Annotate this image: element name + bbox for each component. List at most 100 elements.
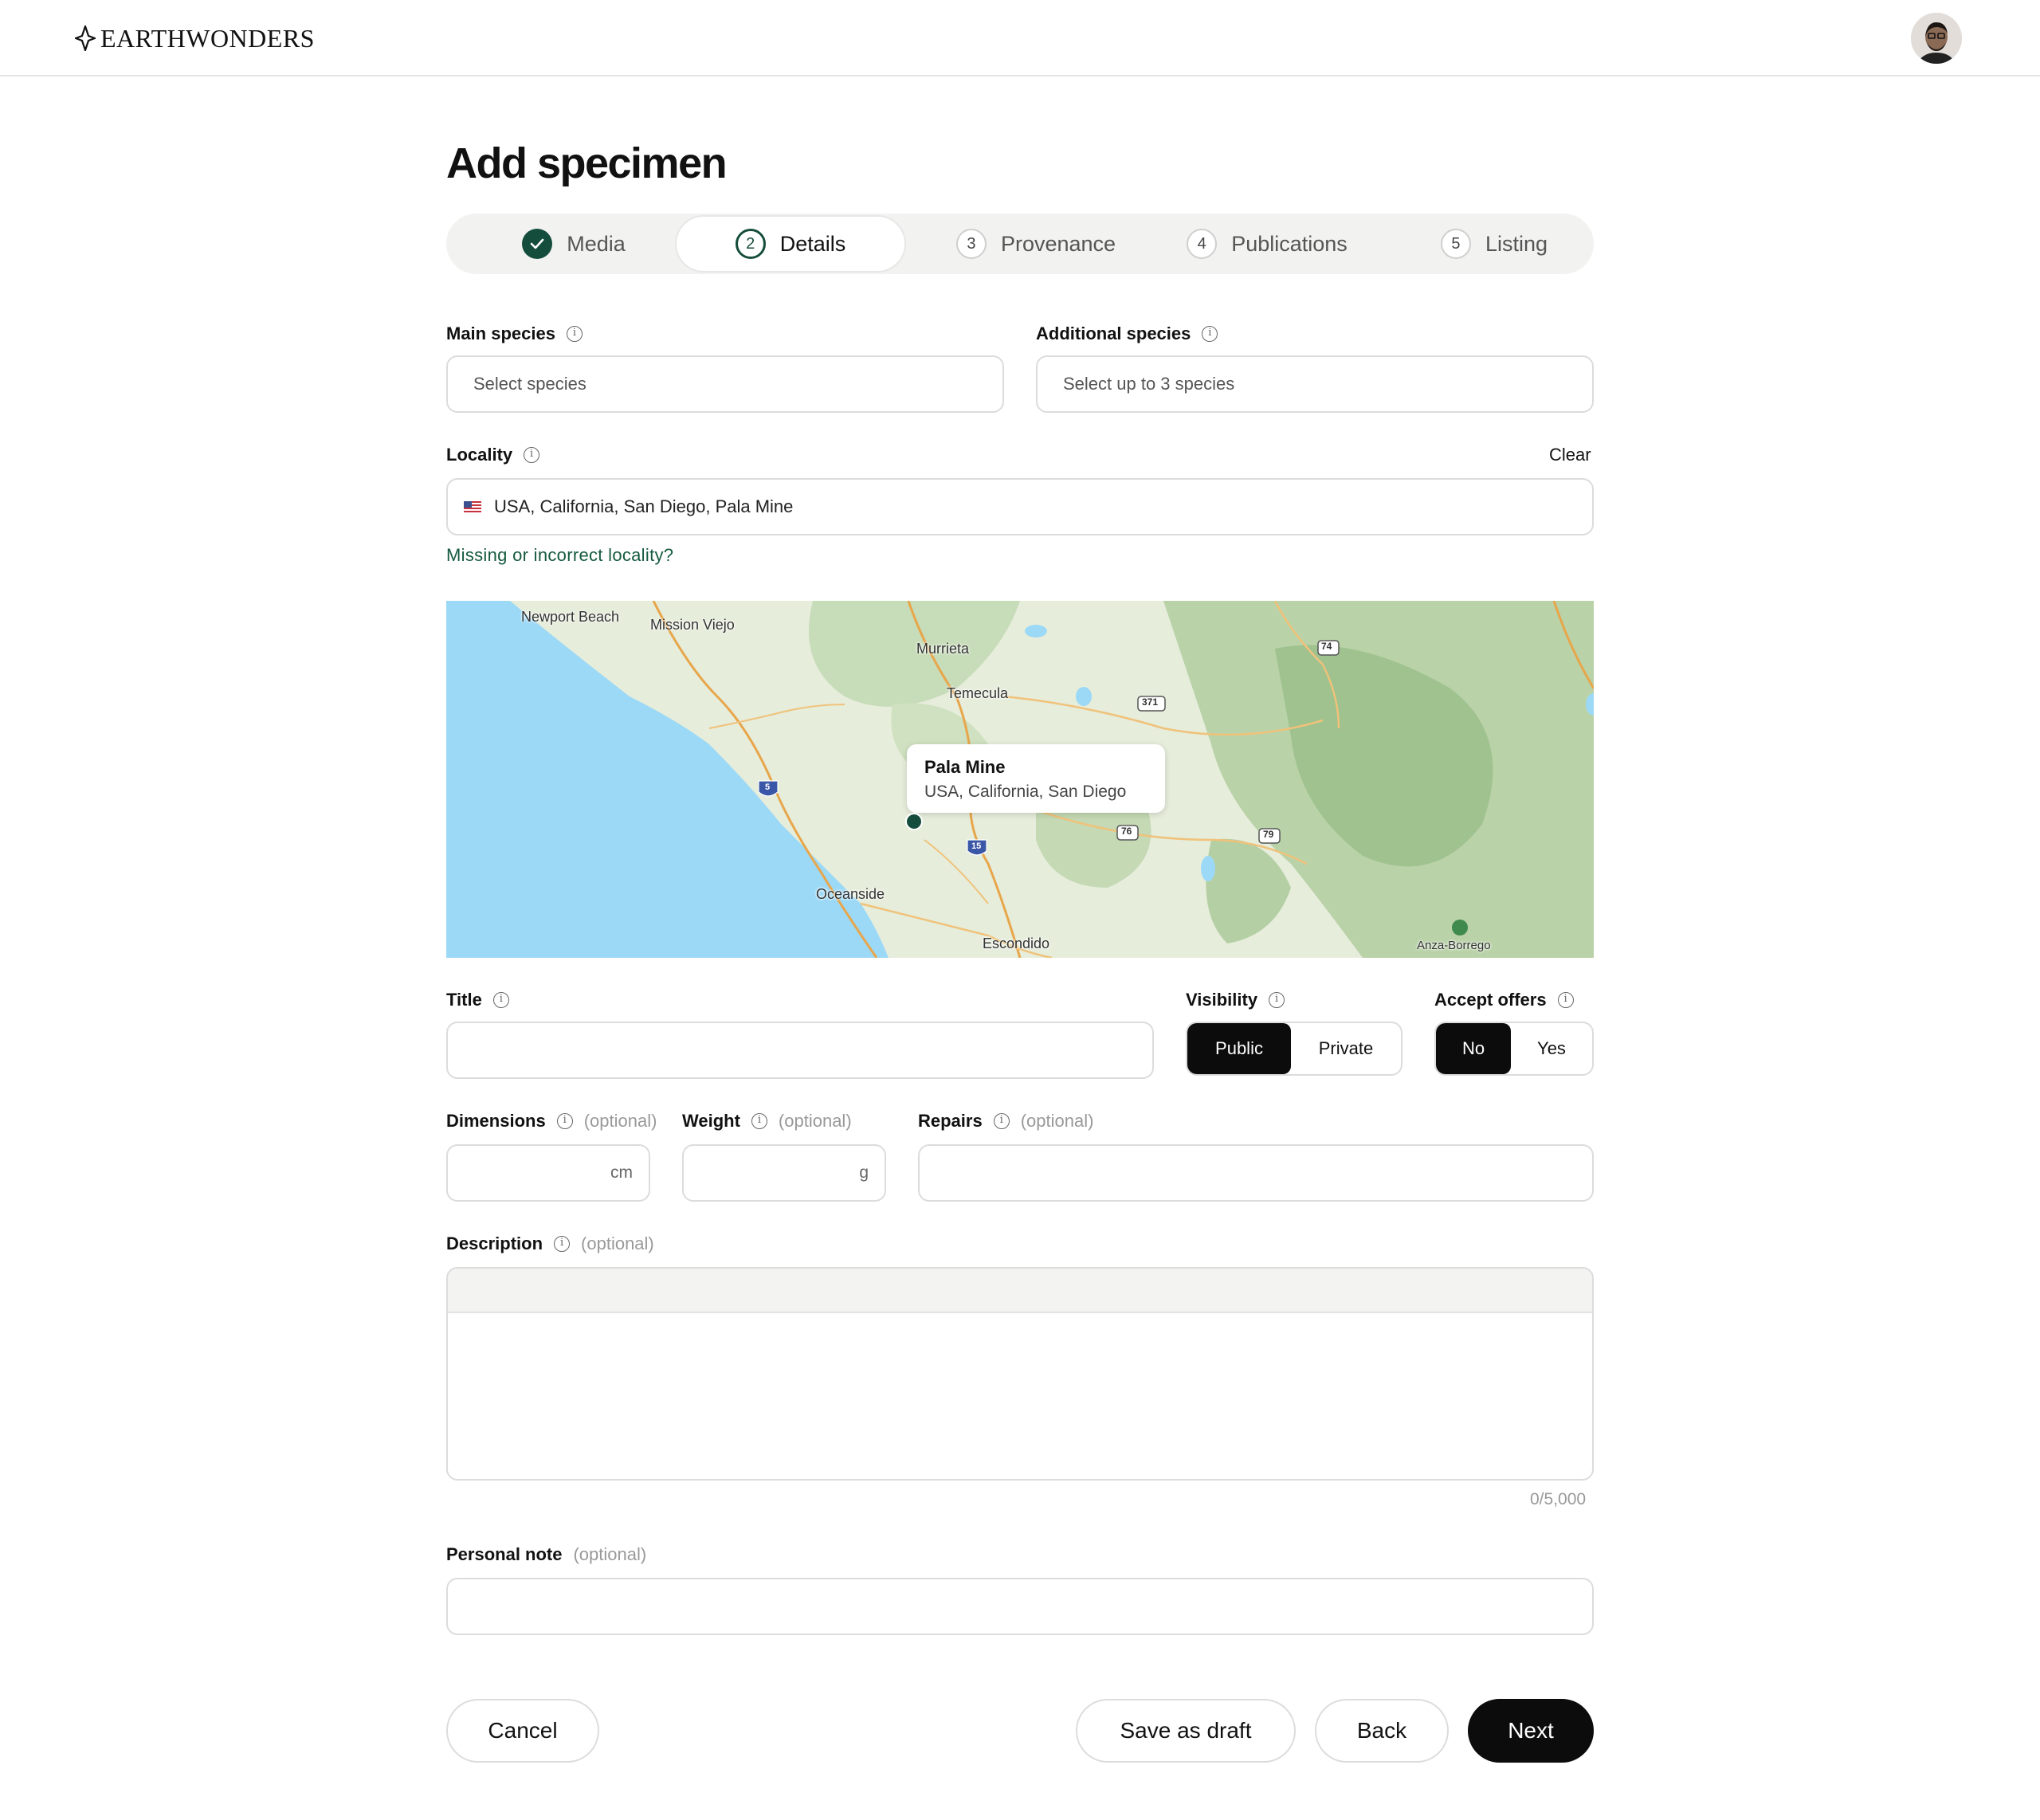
map-place-label: Oceanside bbox=[816, 886, 885, 902]
visibility-public-option[interactable]: Public bbox=[1187, 1023, 1291, 1074]
back-button[interactable]: Back bbox=[1315, 1699, 1449, 1763]
main-species-select[interactable]: Select species bbox=[446, 355, 1004, 413]
step-label: Provenance bbox=[1000, 231, 1116, 256]
page-title: Add specimen bbox=[446, 139, 728, 187]
route-shield-label: 74 bbox=[1321, 641, 1332, 652]
step-number: 5 bbox=[1440, 229, 1471, 259]
step-label: Details bbox=[779, 231, 846, 256]
step-label: Listing bbox=[1485, 231, 1548, 256]
weight-input[interactable]: g bbox=[682, 1144, 886, 1202]
map-place-label: Newport Beach bbox=[521, 609, 620, 625]
info-icon[interactable]: i bbox=[993, 1113, 1010, 1129]
visibility-label-text: Visibility bbox=[1186, 990, 1258, 1010]
route-shield-label: 371 bbox=[1142, 696, 1159, 708]
map-place-label: Mission Viejo bbox=[650, 617, 735, 633]
user-avatar[interactable] bbox=[1911, 13, 1962, 64]
info-icon[interactable]: i bbox=[751, 1113, 767, 1129]
us-flag-icon bbox=[464, 501, 481, 512]
main-species-label-text: Main species bbox=[446, 324, 555, 343]
info-icon[interactable]: i bbox=[524, 447, 540, 463]
accept-offers-label: Accept offers i bbox=[1434, 990, 1574, 1010]
step-number: 4 bbox=[1187, 229, 1218, 259]
visibility-private-option[interactable]: Private bbox=[1291, 1023, 1401, 1074]
avatar-photo-icon bbox=[1911, 13, 1962, 64]
step-details[interactable]: 2 Details bbox=[675, 215, 906, 273]
route-shield-label: 76 bbox=[1121, 826, 1132, 837]
optional-hint: (optional) bbox=[583, 1111, 657, 1131]
locality-label: Locality i bbox=[446, 445, 540, 465]
map-place-label: Escondido bbox=[983, 935, 1050, 951]
description-editor[interactable] bbox=[446, 1267, 1594, 1481]
additional-species-label-text: Additional species bbox=[1036, 324, 1191, 343]
tooltip-subtitle: USA, California, San Diego bbox=[924, 783, 1127, 801]
info-icon[interactable]: i bbox=[1557, 992, 1574, 1008]
personal-note-input[interactable] bbox=[446, 1578, 1594, 1635]
additional-species-select[interactable]: Select up to 3 species bbox=[1036, 355, 1594, 413]
optional-hint: (optional) bbox=[1020, 1111, 1094, 1131]
info-icon[interactable]: i bbox=[1202, 326, 1218, 342]
main-species-placeholder: Select species bbox=[473, 374, 586, 394]
next-button[interactable]: Next bbox=[1468, 1699, 1594, 1763]
dimensions-label: Dimensions i (optional) bbox=[446, 1111, 657, 1132]
dimensions-input[interactable]: cm bbox=[446, 1144, 650, 1202]
route-shield-label: 15 bbox=[971, 841, 982, 851]
info-icon[interactable]: i bbox=[554, 1236, 571, 1252]
title-input[interactable] bbox=[446, 1022, 1154, 1079]
weight-label: Weight i (optional) bbox=[682, 1111, 852, 1132]
title-label-text: Title bbox=[446, 990, 482, 1010]
additional-species-placeholder: Select up to 3 species bbox=[1063, 374, 1235, 394]
personal-note-label: Personal note (optional) bbox=[446, 1544, 646, 1565]
diamond-star-icon bbox=[75, 25, 96, 51]
logo[interactable]: EARTHWONDERS bbox=[75, 24, 315, 53]
accept-offers-yes-option[interactable]: Yes bbox=[1511, 1023, 1592, 1074]
step-publications[interactable]: 4 Publications bbox=[1155, 214, 1379, 274]
dimensions-label-text: Dimensions bbox=[446, 1111, 546, 1131]
info-icon[interactable]: i bbox=[1269, 992, 1285, 1008]
missing-locality-link[interactable]: Missing or incorrect locality? bbox=[446, 545, 673, 566]
main-species-label: Main species i bbox=[446, 324, 583, 344]
description-toolbar bbox=[448, 1269, 1592, 1313]
description-label: Description i (optional) bbox=[446, 1234, 654, 1254]
description-label-text: Description bbox=[446, 1234, 543, 1253]
optional-hint: (optional) bbox=[573, 1544, 647, 1564]
progress-stepper: Media 2 Details 3 Provenance 4 Publicati… bbox=[446, 214, 1594, 274]
step-number: 2 bbox=[735, 229, 766, 259]
map-location-tooltip: Pala Mine USA, California, San Diego bbox=[907, 744, 1165, 813]
top-bar: EARTHWONDERS bbox=[0, 0, 2040, 76]
step-media[interactable]: Media bbox=[478, 214, 669, 274]
locality-label-text: Locality bbox=[446, 445, 513, 465]
description-char-counter: 0/5,000 bbox=[1530, 1490, 1587, 1508]
step-label: Media bbox=[567, 231, 626, 256]
locality-map[interactable]: Newport Beach Mission Viejo Murrieta Tem… bbox=[446, 601, 1594, 958]
tooltip-title: Pala Mine bbox=[924, 757, 1006, 777]
personal-note-label-text: Personal note bbox=[446, 1544, 563, 1564]
additional-species-label: Additional species i bbox=[1036, 324, 1218, 344]
locality-value: USA, California, San Diego, Pala Mine bbox=[494, 496, 794, 516]
weight-label-text: Weight bbox=[682, 1111, 740, 1131]
map-place-label: Temecula bbox=[947, 685, 1009, 701]
optional-hint: (optional) bbox=[581, 1234, 654, 1253]
accept-offers-label-text: Accept offers bbox=[1434, 990, 1547, 1010]
step-provenance[interactable]: 3 Provenance bbox=[932, 214, 1140, 274]
info-icon[interactable]: i bbox=[492, 992, 509, 1008]
accept-offers-no-option[interactable]: No bbox=[1436, 1023, 1511, 1074]
step-listing[interactable]: 5 Listing bbox=[1410, 214, 1578, 274]
visibility-toggle: Public Private bbox=[1186, 1022, 1402, 1076]
clear-locality-link[interactable]: Clear bbox=[1549, 445, 1591, 465]
route-shield-label: 5 bbox=[765, 783, 771, 792]
save-draft-button[interactable]: Save as draft bbox=[1076, 1699, 1296, 1763]
info-icon[interactable]: i bbox=[556, 1113, 573, 1129]
repairs-input[interactable] bbox=[918, 1144, 1594, 1202]
info-icon[interactable]: i bbox=[566, 326, 583, 342]
repairs-label-text: Repairs bbox=[918, 1111, 983, 1131]
check-icon bbox=[522, 229, 553, 259]
route-shield-label: 79 bbox=[1263, 829, 1274, 840]
map-place-label: Murrieta bbox=[916, 641, 970, 657]
locality-input[interactable]: USA, California, San Diego, Pala Mine bbox=[446, 478, 1594, 535]
dimensions-unit: cm bbox=[610, 1163, 633, 1182]
weight-unit: g bbox=[859, 1163, 869, 1182]
step-number: 3 bbox=[955, 229, 987, 259]
cancel-button[interactable]: Cancel bbox=[446, 1699, 599, 1763]
map-pin-icon[interactable] bbox=[905, 813, 923, 830]
optional-hint: (optional) bbox=[778, 1111, 852, 1131]
